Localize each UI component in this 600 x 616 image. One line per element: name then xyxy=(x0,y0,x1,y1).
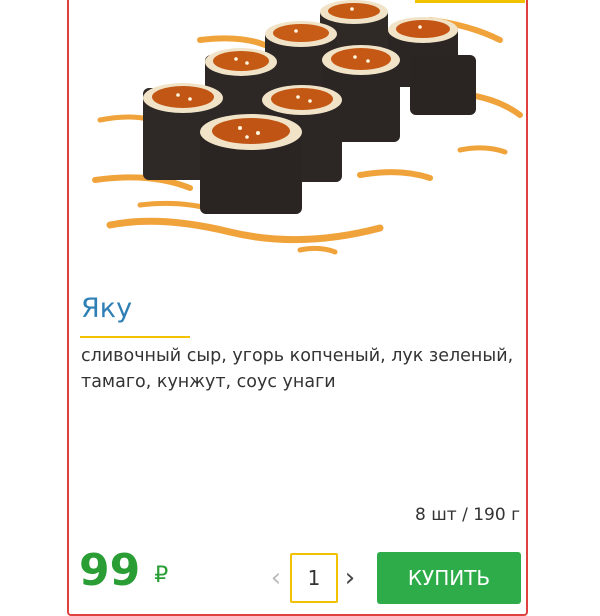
product-portion: 8 шт / 190 г xyxy=(415,505,520,525)
product-description: сливочный сыр, угорь копченый, лук зелен… xyxy=(81,346,514,392)
chevron-left-icon[interactable]: ‹ xyxy=(266,560,286,596)
buy-button[interactable]: КУПИТЬ xyxy=(377,552,521,604)
price-value: 99 xyxy=(79,545,141,596)
quantity-input[interactable] xyxy=(290,553,338,603)
product-price: 99 ₽ xyxy=(79,545,168,596)
product-title[interactable]: Яку xyxy=(81,293,132,324)
currency-symbol: ₽ xyxy=(154,563,169,588)
title-underline xyxy=(80,336,190,338)
product-image xyxy=(92,0,523,255)
chevron-right-icon[interactable]: › xyxy=(340,560,360,596)
